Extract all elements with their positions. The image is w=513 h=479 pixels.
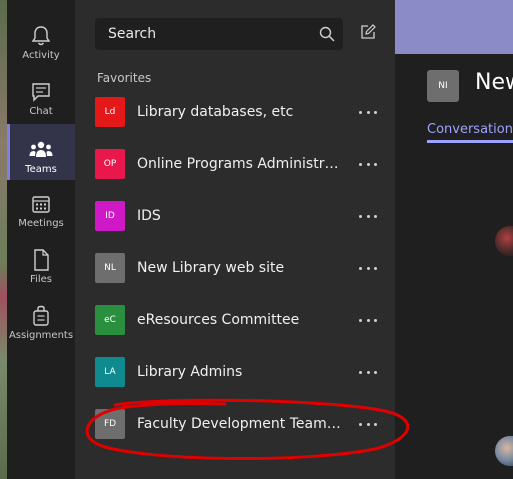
more-options-icon[interactable] <box>357 313 379 327</box>
team-name: Library Admins <box>137 364 243 380</box>
rail-item-activity[interactable]: Activity <box>7 18 75 74</box>
team-item[interactable]: eC eResources Committee <box>75 294 395 346</box>
favorites-heading: Favorites <box>97 71 152 85</box>
active-tab-indicator <box>427 140 513 143</box>
bell-icon <box>31 24 51 48</box>
rail-item-files[interactable]: Files <box>7 242 75 298</box>
team-avatar: NL <box>95 253 125 283</box>
team-item[interactable]: NL New Library web site <box>75 242 395 294</box>
team-item[interactable]: Ld Library databases, etc <box>75 86 395 138</box>
rail-item-assignments[interactable]: Assignments <box>7 298 75 354</box>
avatar[interactable] <box>495 436 513 466</box>
avatar[interactable] <box>495 226 513 256</box>
rail-label: Files <box>30 274 52 285</box>
team-name: Library databases, etc <box>137 104 294 120</box>
rail-label: Activity <box>22 50 60 61</box>
team-name: eResources Committee <box>137 312 300 328</box>
team-name: Online Programs Administratio... <box>137 156 345 172</box>
background-photo-strip <box>0 0 7 479</box>
more-options-icon[interactable] <box>357 261 379 275</box>
team-avatar: ID <box>95 201 125 231</box>
teams-icon <box>29 138 53 162</box>
tab-conversations[interactable]: Conversations <box>427 122 513 137</box>
team-avatar: OP <box>95 149 125 179</box>
rail-item-teams[interactable]: Teams <box>7 124 75 180</box>
team-avatar: eC <box>95 305 125 335</box>
file-icon <box>32 248 50 272</box>
team-title: New <box>475 70 513 95</box>
search-icon[interactable] <box>319 26 335 46</box>
rail-label: Teams <box>25 164 57 175</box>
chat-icon <box>31 80 51 104</box>
search-placeholder: Search <box>108 26 157 42</box>
compose-icon[interactable] <box>360 24 376 44</box>
team-avatar: LA <box>95 357 125 387</box>
team-name: New Library web site <box>137 260 285 276</box>
header-banner <box>395 0 513 54</box>
rail-label: Meetings <box>18 218 64 229</box>
team-item[interactable]: ID IDS <box>75 190 395 242</box>
more-options-icon[interactable] <box>357 157 379 171</box>
rail-label: Assignments <box>8 330 74 341</box>
team-name: IDS <box>137 208 161 224</box>
rail-item-meetings[interactable]: Meetings <box>7 186 75 242</box>
more-options-icon[interactable] <box>357 105 379 119</box>
more-options-icon[interactable] <box>357 365 379 379</box>
rail-item-chat[interactable]: Chat <box>7 74 75 130</box>
rail-label: Chat <box>29 106 53 117</box>
app-rail: Activity Chat Teams Meetings Files Assig… <box>7 0 75 479</box>
team-avatar: NI <box>427 70 459 102</box>
search-input[interactable]: Search <box>95 18 343 50</box>
more-options-icon[interactable] <box>357 209 379 223</box>
team-item[interactable]: LA Library Admins <box>75 346 395 398</box>
team-item[interactable]: OP Online Programs Administratio... <box>75 138 395 190</box>
annotation-circle <box>85 398 410 461</box>
calendar-icon <box>31 192 51 216</box>
team-avatar: Ld <box>95 97 125 127</box>
assignments-icon <box>31 304 51 328</box>
